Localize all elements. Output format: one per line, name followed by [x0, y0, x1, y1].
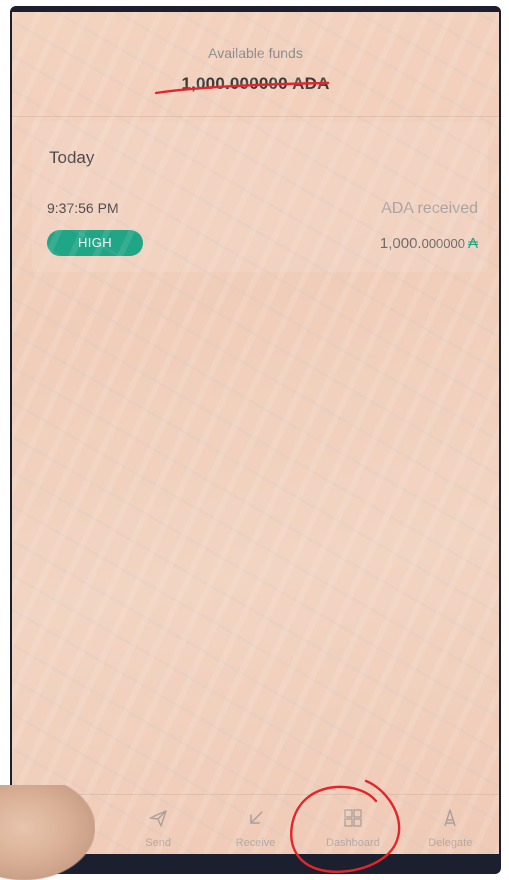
nav-item-send[interactable]: Send — [109, 795, 206, 854]
dashboard-icon — [344, 809, 362, 827]
nav-item-transactions[interactable] — [12, 795, 109, 854]
transactions-icon — [52, 809, 70, 827]
available-funds-label: Available funds — [208, 45, 303, 61]
transaction-time: 9:37:56 PM — [47, 200, 119, 216]
transaction-type: ADA received — [381, 200, 478, 217]
wallet-screen: Available funds 1,000.000000 ADA Today 9… — [12, 12, 499, 854]
nav-item-delegate[interactable]: Delegate — [402, 795, 499, 854]
nav-item-dashboard[interactable]: Dashboard — [304, 795, 401, 854]
transaction-amount: 1,000.000000 ₳ — [380, 235, 478, 252]
amount-integer: 1,000. — [379, 235, 422, 252]
nav-label-delegate: Delegate — [428, 837, 473, 849]
delegate-icon — [444, 809, 456, 827]
nav-label-receive: Receive — [235, 837, 276, 849]
send-icon — [149, 810, 167, 827]
assurance-badge: HIGH — [47, 230, 143, 256]
red-underline-annotation — [154, 81, 330, 95]
nav-label-dashboard: Dashboard — [326, 837, 380, 849]
phone-frame: Available funds 1,000.000000 ADA Today 9… — [10, 6, 501, 874]
nav-item-receive[interactable]: Receive — [207, 795, 304, 854]
ada-currency-icon: ₳ — [467, 235, 478, 252]
bottom-navigation: Send Receive Dashboard Delegate — [12, 794, 499, 854]
funds-header: Available funds 1,000.000000 ADA — [12, 12, 499, 117]
transaction-list: Today 9:37:56 PM ADA received HIGH 1,000… — [32, 122, 488, 272]
receive-icon — [249, 811, 263, 824]
amount-decimals: 000000 — [421, 236, 465, 251]
nav-label-send: Send — [145, 837, 171, 849]
date-heading: Today — [49, 148, 95, 167]
